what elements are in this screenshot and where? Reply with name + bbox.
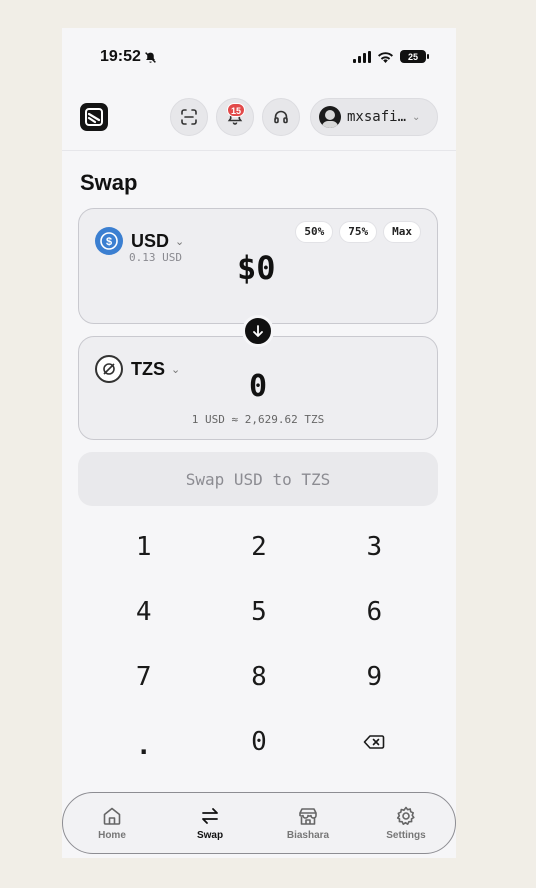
app-header: 15 mxsafi… ⌄ <box>62 96 456 138</box>
usd-coin-icon: $ <box>95 227 123 255</box>
swap-submit-button[interactable]: Swap USD to TZS <box>78 452 438 506</box>
battery-level: 25 <box>407 51 418 62</box>
tab-biashara-label: Biashara <box>286 830 330 841</box>
arrow-down-icon <box>253 325 263 337</box>
status-time: 19:52 <box>100 48 157 66</box>
header-divider <box>62 150 456 151</box>
key-decimal[interactable]: . <box>86 709 201 774</box>
notifications-button[interactable]: 15 <box>216 98 254 136</box>
to-amount: 0 <box>248 369 268 404</box>
store-icon <box>299 808 317 825</box>
time-label: 19:52 <box>100 48 141 65</box>
max-button[interactable]: Max <box>383 221 421 243</box>
key-7[interactable]: 7 <box>86 644 201 709</box>
key-6[interactable]: 6 <box>317 579 432 644</box>
support-button[interactable] <box>262 98 300 136</box>
headset-icon <box>274 110 288 124</box>
from-currency-card[interactable]: $ USD ⌄ 0.13 USD 50% 75% Max $0 <box>78 208 438 324</box>
tab-settings[interactable]: Settings <box>357 793 455 853</box>
numeric-keypad: 1 2 3 4 5 6 7 8 9 . 0 <box>86 514 432 774</box>
percent-buttons: 50% 75% Max <box>295 221 421 243</box>
notification-badge: 15 <box>227 103 246 117</box>
key-3[interactable]: 3 <box>317 514 432 579</box>
from-currency-code: USD <box>131 230 170 251</box>
from-amount: $0 <box>237 249 276 287</box>
tab-home-label: Home <box>98 830 126 841</box>
key-4[interactable]: 4 <box>86 579 201 644</box>
status-bar: 19:52 25 <box>62 46 456 72</box>
key-5[interactable]: 5 <box>201 579 316 644</box>
chevron-down-icon: ⌄ <box>412 111 421 123</box>
scan-button[interactable] <box>170 98 208 136</box>
scan-icon <box>181 109 197 125</box>
percent-75-button[interactable]: 75% <box>339 221 378 243</box>
from-balance: 0.13 USD <box>129 251 182 264</box>
percent-50-button[interactable]: 50% <box>295 221 334 243</box>
to-currency-card[interactable]: TZS ⌄ 0 1 USD ≈ 2,629.62 TZS <box>78 336 438 440</box>
exchange-rate: 1 USD ≈ 2,629.62 TZS <box>191 413 325 426</box>
key-1[interactable]: 1 <box>86 514 201 579</box>
cellular-signal-icon <box>353 50 371 63</box>
bell-muted-icon <box>145 51 156 63</box>
home-icon <box>103 807 121 825</box>
key-2[interactable]: 2 <box>201 514 316 579</box>
profile-selector[interactable]: mxsafi… ⌄ <box>310 98 438 136</box>
app-logo[interactable] <box>80 103 108 131</box>
page-title: Swap <box>80 170 138 195</box>
gear-icon <box>396 806 415 825</box>
tab-biashara[interactable]: Biashara <box>259 793 357 853</box>
key-8[interactable]: 8 <box>201 644 316 709</box>
profile-name: mxsafi… <box>347 109 407 125</box>
svg-text:$: $ <box>106 236 112 248</box>
key-9[interactable]: 9 <box>317 644 432 709</box>
swap-icon <box>202 808 218 824</box>
tab-swap[interactable]: Swap <box>161 793 259 853</box>
chevron-down-icon: ⌄ <box>175 235 185 248</box>
battery-indicator: 25 <box>400 50 429 63</box>
bottom-tab-bar: Home Swap Biashara Settings <box>62 792 456 854</box>
key-0[interactable]: 0 <box>201 709 316 774</box>
swap-direction-button[interactable] <box>242 315 274 347</box>
backspace-key[interactable] <box>317 709 432 774</box>
phone-screen: 19:52 25 15 mxsafi… ⌄ Swap $ USD ⌄ 0.13 … <box>62 28 456 858</box>
status-indicators: 25 <box>353 50 429 63</box>
logo-icon <box>85 108 103 126</box>
wifi-icon <box>378 51 393 63</box>
backspace-icon <box>364 734 385 749</box>
tab-settings-label: Settings <box>386 830 426 841</box>
tab-home[interactable]: Home <box>63 793 161 853</box>
avatar <box>319 106 341 128</box>
tab-swap-label: Swap <box>196 830 224 841</box>
